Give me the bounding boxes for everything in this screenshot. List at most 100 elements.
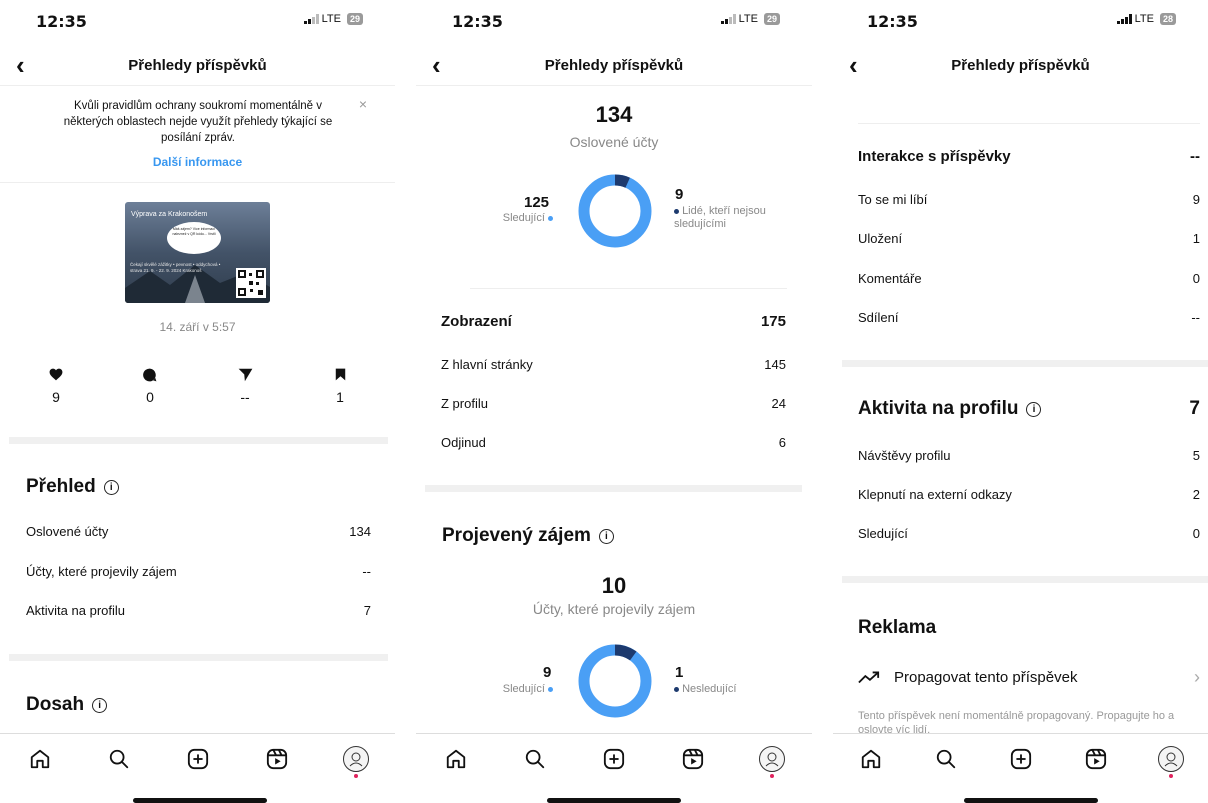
signal-bars-icon <box>303 14 319 24</box>
home-indicator <box>133 798 267 803</box>
interactions-row-saves[interactable]: Uložení 1 <box>858 231 1200 246</box>
reels-icon[interactable] <box>262 744 292 774</box>
legend-label: Nesledující <box>682 683 737 695</box>
row-value: -- <box>362 564 371 579</box>
promote-post-row[interactable]: Propagovat tento příspěvek › <box>858 664 1200 690</box>
engagement-followers-legend: Sledující <box>503 683 553 695</box>
page-title: Přehledy příspěvků <box>544 57 684 74</box>
info-icon[interactable]: i <box>598 528 614 544</box>
views-row-home[interactable]: Z hlavní stránky 145 <box>441 357 786 372</box>
hairline <box>858 123 1200 124</box>
row-label: Sdílení <box>858 310 899 325</box>
engagement-followers-value: 9 <box>543 664 552 681</box>
legend-dot <box>548 215 553 221</box>
overview-row-engaged[interactable]: Účty, které projevily zájem -- <box>26 564 371 579</box>
row-value: 7 <box>363 603 371 618</box>
avatar <box>342 745 369 772</box>
row-value: -- <box>1191 310 1200 325</box>
post-thumbnail[interactable]: Výprava za Krakonošem Máš zájem? Více in… <box>125 202 270 303</box>
engagement-nonfollowers-value: 1 <box>675 664 684 681</box>
header: ‹ Přehledy příspěvků <box>833 44 1208 86</box>
info-icon[interactable]: i <box>1026 401 1042 417</box>
home-icon[interactable] <box>25 744 55 774</box>
bookmark-icon <box>335 368 345 381</box>
likes-count: 9 <box>52 389 60 405</box>
signal-indicator: LTE 29 <box>303 13 363 25</box>
row-value: 5 <box>1192 448 1200 463</box>
legend-dot <box>674 208 679 214</box>
row-value: 0 <box>1192 271 1200 286</box>
profile-activity-total: 7 <box>1189 398 1200 419</box>
home-icon[interactable] <box>441 744 471 774</box>
stat-saves: 1 <box>330 368 350 405</box>
row-label: Z profilu <box>441 396 488 411</box>
close-icon[interactable]: × <box>359 96 367 112</box>
comment-icon <box>143 368 157 382</box>
create-icon[interactable] <box>599 744 629 774</box>
reach-followers-legend: Sledující <box>503 212 553 224</box>
saves-count: 1 <box>336 389 344 405</box>
create-icon[interactable] <box>1006 744 1036 774</box>
search-icon[interactable] <box>104 744 134 774</box>
row-value: 134 <box>349 524 371 539</box>
reels-icon[interactable] <box>678 744 708 774</box>
search-icon[interactable] <box>931 744 961 774</box>
thumbnail-bubble-text: Máš zájem? Více informací naleznež v QR … <box>172 227 216 236</box>
promote-note: Tento příspěvek není momentálně propagov… <box>858 710 1175 733</box>
profile-activity-title: Aktivita na profilu <box>858 398 1019 419</box>
info-icon[interactable]: i <box>92 697 108 713</box>
qr-code-icon <box>236 268 266 298</box>
views-row-other[interactable]: Odjinud 6 <box>441 435 786 450</box>
profile-row-external-links[interactable]: Klepnutí na externí odkazy 2 <box>858 487 1200 502</box>
notice-text: Kvůli pravidlům ochrany soukromí momentá… <box>63 100 333 144</box>
legend-dot <box>674 686 679 692</box>
privacy-notice: Kvůli pravidlům ochrany soukromí momentá… <box>0 94 395 183</box>
reach-label: Oslovené účty <box>569 134 659 150</box>
profile-row-follows[interactable]: Sledující 0 <box>858 526 1200 541</box>
engagement-total: 10 <box>601 573 627 598</box>
home-icon[interactable] <box>856 744 886 774</box>
interactions-row-comments[interactable]: Komentáře 0 <box>858 271 1200 286</box>
views-row-profile[interactable]: Z profilu 24 <box>441 396 786 411</box>
reels-icon[interactable] <box>1081 744 1111 774</box>
network-label: LTE <box>1134 13 1154 25</box>
reach-title-text: Dosah <box>26 694 85 715</box>
notification-dot <box>770 773 775 778</box>
signal-bars-icon <box>720 14 736 24</box>
network-label: LTE <box>321 13 341 25</box>
overview-row-reached[interactable]: Oslovené účty 134 <box>26 524 371 539</box>
profile-avatar[interactable] <box>757 744 787 778</box>
profile-activity-title-group: Aktivita na profilu i <box>858 398 1042 420</box>
status-bar: 12:35 LTE 29 <box>416 0 812 40</box>
more-info-link[interactable]: Další informace <box>0 155 395 169</box>
signal-indicator: LTE 28 <box>1116 13 1176 25</box>
heart-icon <box>49 368 63 381</box>
row-label: Sledující <box>858 526 908 541</box>
legend-label: Sledující <box>502 683 545 695</box>
create-icon[interactable] <box>183 744 213 774</box>
reach-title: Dosah i <box>26 694 108 716</box>
views-title: Zobrazení <box>441 313 512 330</box>
profile-row-visits[interactable]: Návštěvy profilu 5 <box>858 448 1200 463</box>
network-label: LTE <box>738 13 758 25</box>
profile-avatar[interactable] <box>1156 744 1186 778</box>
screen-post-overview: 12:35 LTE 29 ‹ Přehledy příspěvků Kvůli … <box>0 0 395 803</box>
status-bar: 12:35 LTE 28 <box>833 0 1208 40</box>
profile-activity-header-row: Aktivita na profilu i 7 <box>858 398 1200 420</box>
section-divider <box>9 654 388 661</box>
interactions-row-likes[interactable]: To se mi líbí 9 <box>858 192 1200 207</box>
views-header-row: Zobrazení 175 <box>441 313 786 330</box>
search-icon[interactable] <box>520 744 550 774</box>
battery-icon: 29 <box>763 13 780 25</box>
section-divider <box>9 437 388 444</box>
info-icon[interactable]: i <box>103 479 119 495</box>
row-label: Aktivita na profilu <box>26 603 125 618</box>
engagement-title-text: Projevený zájem <box>442 525 591 546</box>
overview-row-profile-activity[interactable]: Aktivita na profilu 7 <box>26 603 371 618</box>
interactions-header-row: Interakce s příspěvky -- <box>858 148 1200 165</box>
interactions-row-shares[interactable]: Sdílení -- <box>858 310 1200 325</box>
signal-bars-icon <box>1116 14 1132 24</box>
row-label: Z hlavní stránky <box>441 357 533 372</box>
avatar <box>759 745 786 772</box>
profile-avatar[interactable] <box>341 744 371 778</box>
